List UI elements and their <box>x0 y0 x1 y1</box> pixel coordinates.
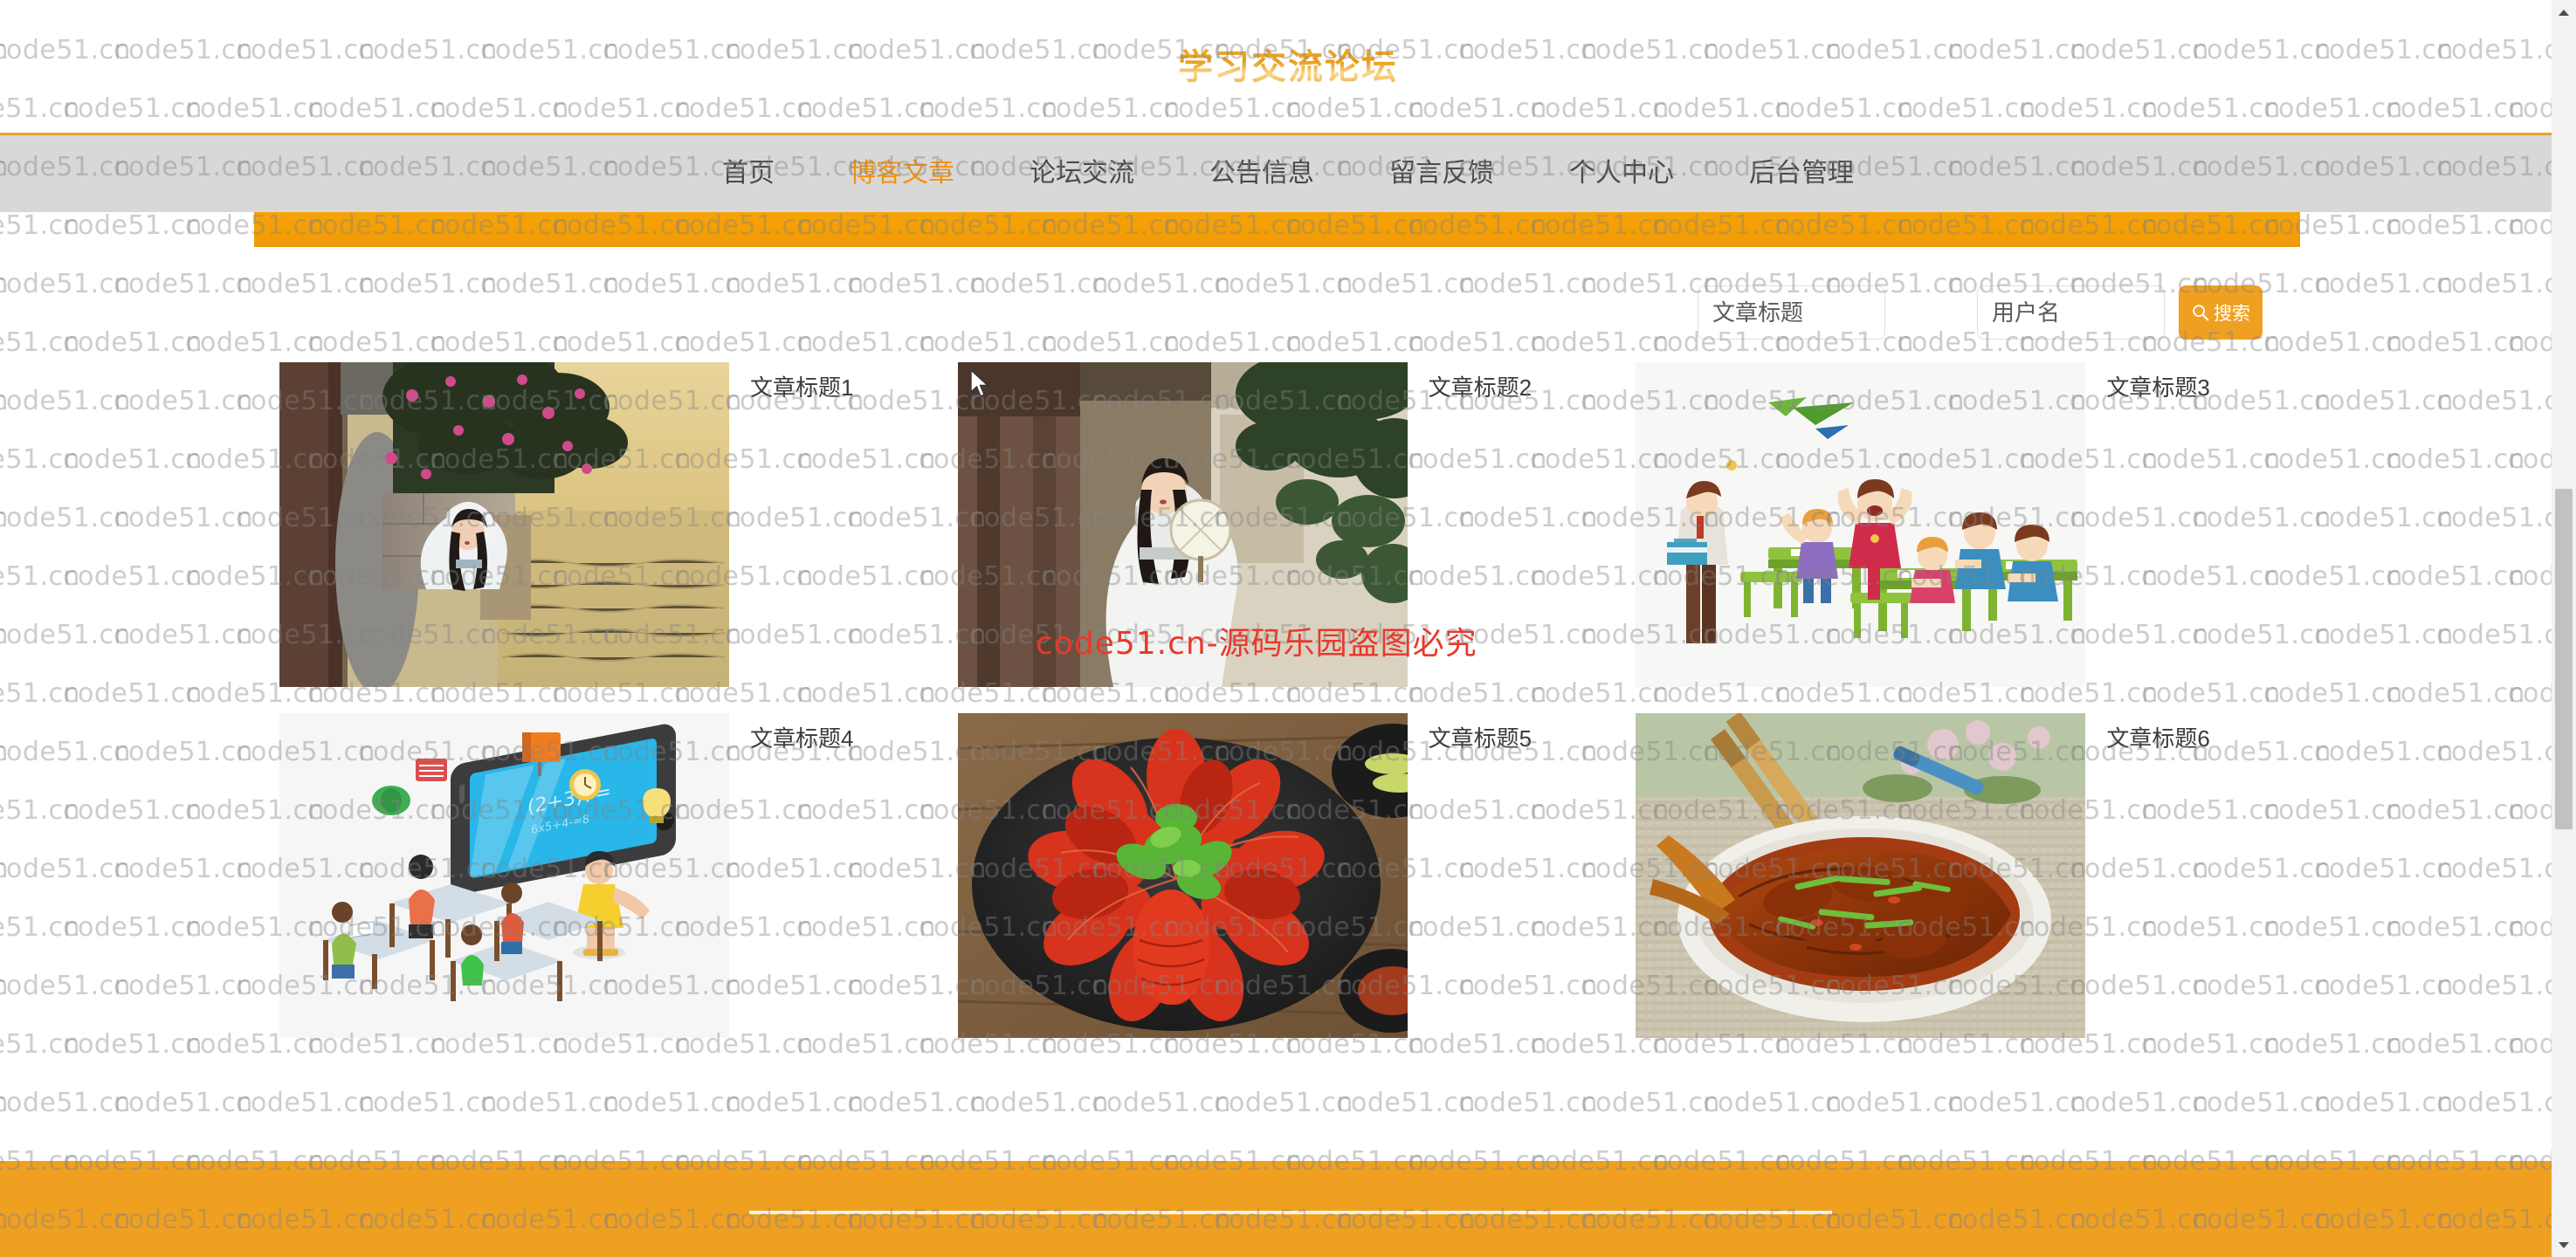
article-grid: 文章标题1 文章标题2 文章标题3 (2+3)7= 6x5+4-=8 文章标题4… <box>279 362 2314 1038</box>
scrollbar-up-arrow[interactable] <box>2552 0 2576 24</box>
article-card[interactable]: 文章标题3 <box>1636 362 2314 687</box>
article-title[interactable]: 文章标题6 <box>2106 721 2209 753</box>
scrollbar-down-arrow[interactable] <box>2552 1233 2576 1257</box>
article-title[interactable]: 文章标题3 <box>2106 370 2209 402</box>
nav-item-2[interactable]: 博客文章 <box>812 135 992 212</box>
watermark-tile: code51.cn <box>0 210 81 241</box>
nav-item-1[interactable]: 首页 <box>685 135 812 212</box>
nav-item-3[interactable]: 论坛交流 <box>992 135 1172 212</box>
username-search-input[interactable] <box>1977 285 2165 340</box>
red-watermark-text: code51.cn-源码乐园盗图必究 <box>1036 626 1477 662</box>
site-title: 学习交流论坛 <box>0 38 2576 89</box>
article-row: (2+3)7= 6x5+4-=8 文章标题4 文章标题5 文章标题6 <box>279 713 2314 1038</box>
scrollbar-thumb[interactable] <box>2555 489 2573 829</box>
article-title-search-input[interactable] <box>1698 285 1885 340</box>
article-thumbnail[interactable] <box>279 362 729 687</box>
nav-item-6[interactable]: 个人中心 <box>1532 135 1712 212</box>
article-thumbnail[interactable] <box>1636 713 2086 1038</box>
footer-divider <box>749 1211 1832 1214</box>
watermark-tile: code51.cn <box>0 210 81 241</box>
article-card[interactable]: (2+3)7= 6x5+4-=8 文章标题4 <box>279 713 958 1038</box>
orange-banner <box>254 212 2300 247</box>
site-header: 学习交流论坛 <box>0 0 2576 135</box>
nav-list: 首页 博客文章 论坛交流 公告信息 留言反馈 个人中心 后台管理 <box>0 135 2576 212</box>
nav-item-4[interactable]: 公告信息 <box>1172 135 1352 212</box>
watermark-tile: code51.cn <box>63 210 203 241</box>
vertical-scrollbar[interactable] <box>2552 0 2576 1257</box>
article-thumbnail[interactable] <box>957 713 1408 1038</box>
article-title[interactable]: 文章标题1 <box>750 370 853 402</box>
search-button[interactable]: 搜索 <box>2179 285 2263 340</box>
search-button-label: 搜索 <box>2214 304 2250 324</box>
article-card[interactable]: 文章标题5 <box>957 713 1636 1038</box>
article-card[interactable]: 文章标题6 <box>1636 713 2314 1038</box>
article-title[interactable]: 文章标题5 <box>1429 721 1532 753</box>
search-bar: 搜索 <box>1698 285 2263 340</box>
article-title[interactable]: 文章标题4 <box>750 721 853 753</box>
nav-item-5[interactable]: 留言反馈 <box>1352 135 1532 212</box>
watermark-tile: code51.cn <box>2386 210 2526 241</box>
article-thumbnail[interactable] <box>1636 362 2086 687</box>
watermark-tile: code51.cn <box>2386 210 2526 241</box>
site-footer <box>0 1161 2576 1257</box>
main-navigation: 首页 博客文章 论坛交流 公告信息 留言反馈 个人中心 后台管理 <box>0 135 2576 212</box>
search-icon <box>2193 305 2209 321</box>
page-root: code51.cncode51.cncode51.cncode51.cncode… <box>0 0 2576 1257</box>
article-title[interactable]: 文章标题2 <box>1429 370 1532 402</box>
article-card[interactable]: 文章标题1 <box>279 362 958 687</box>
nav-item-7[interactable]: 后台管理 <box>1712 135 1891 212</box>
main-content: 搜索 <box>0 247 2576 1155</box>
article-thumbnail[interactable]: (2+3)7= 6x5+4-=8 <box>279 713 729 1038</box>
watermark-tile: code51.cn <box>63 210 203 241</box>
